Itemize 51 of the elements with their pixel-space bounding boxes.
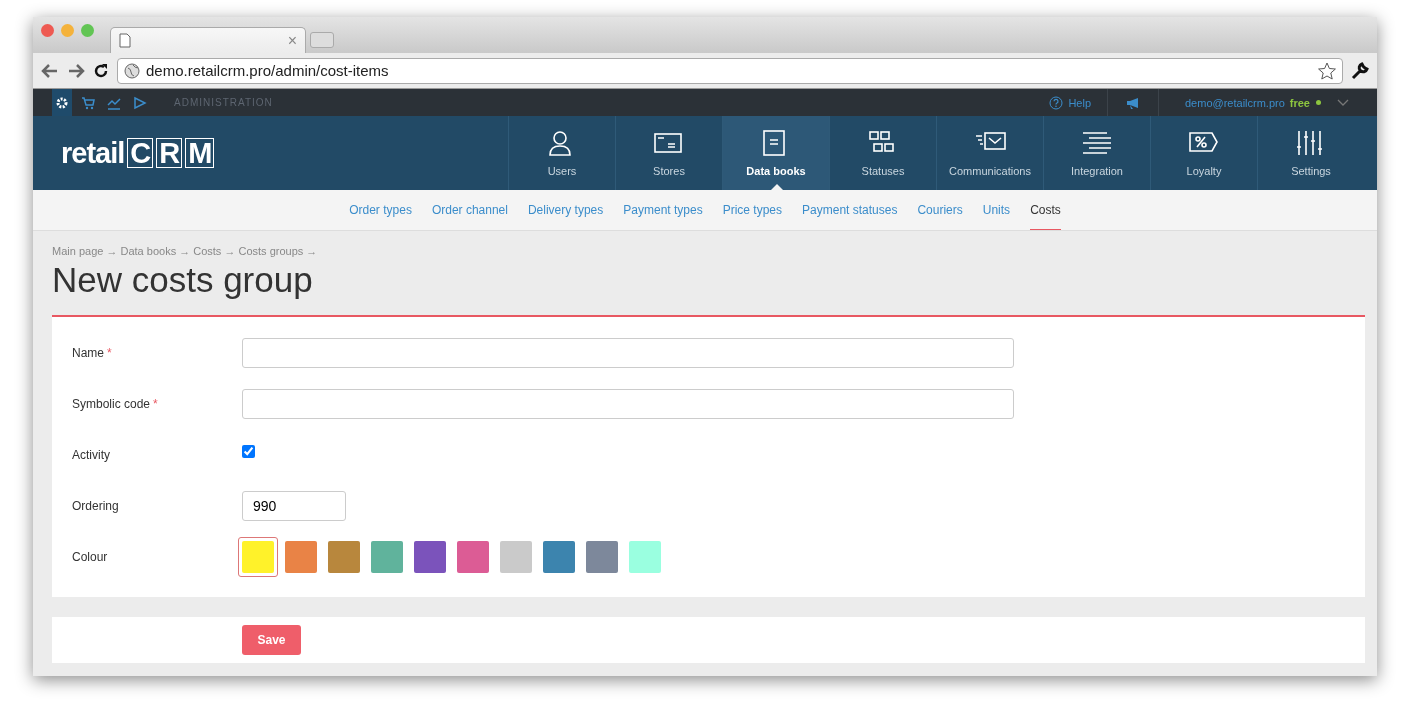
- sub-nav-link[interactable]: Payment types: [623, 190, 703, 230]
- sub-nav-link[interactable]: Payment statuses: [802, 190, 898, 230]
- window-control-button[interactable]: [41, 24, 54, 37]
- sub-nav-link[interactable]: Price types: [722, 190, 783, 230]
- section-label: ADMINISTRATION: [174, 97, 273, 108]
- gear-icon: [55, 95, 69, 110]
- cart-icon: [81, 95, 95, 110]
- sub-nav-link[interactable]: Couriers: [917, 190, 963, 230]
- input-field[interactable]: [242, 338, 1014, 368]
- toolbar-button[interactable]: [52, 89, 72, 116]
- play-icon: [133, 95, 147, 110]
- input-field[interactable]: [242, 389, 1014, 419]
- required-mark: *: [153, 397, 158, 411]
- globe-icon: [124, 62, 140, 79]
- field-label: Name: [72, 346, 104, 360]
- field-label: Symbolic code: [72, 397, 151, 411]
- chevron-down-icon[interactable]: [1337, 98, 1349, 107]
- sub-nav-link[interactable]: Delivery types: [527, 190, 604, 230]
- field-label: Activity: [72, 448, 110, 462]
- wrench-icon[interactable]: [1351, 61, 1369, 80]
- breadcrumbs: Main page → Data books → Costs → Costs groups →: [52, 245, 319, 257]
- input-field[interactable]: 990: [242, 491, 346, 521]
- reload-icon[interactable]: [93, 62, 109, 79]
- plan-label: free: [1289, 96, 1310, 109]
- url-text: demo.retailcrm.pro/admin/cost-items: [146, 62, 390, 79]
- page-title: New costs group: [52, 260, 314, 300]
- address-bar[interactable]: demo.retailcrm.pro/admin/cost-items: [117, 57, 1343, 84]
- checkbox[interactable]: [242, 444, 255, 458]
- back-icon[interactable]: [41, 62, 59, 79]
- chart-icon: [107, 95, 121, 110]
- star-icon[interactable]: [1318, 61, 1336, 80]
- status-dot-icon: [1316, 100, 1321, 105]
- field-label: Ordering: [72, 499, 119, 513]
- logo: retail C R M: [61, 136, 215, 170]
- sub-nav-link[interactable]: Units: [982, 190, 1011, 230]
- sub-nav-link[interactable]: Order types: [349, 190, 412, 230]
- required-mark: *: [107, 346, 112, 360]
- user-email[interactable]: demo@retailcrm.pro: [1185, 96, 1285, 109]
- help-icon: [1049, 95, 1064, 110]
- nav-tab[interactable]: Data books: [722, 116, 829, 190]
- forward-icon[interactable]: [67, 62, 85, 79]
- help-link[interactable]: Help: [1068, 96, 1091, 109]
- sub-nav-link[interactable]: Costs: [1030, 190, 1061, 230]
- sub-nav-link[interactable]: Order channel: [431, 190, 508, 230]
- browser-tab[interactable]: ×: [110, 27, 306, 53]
- page-icon: [119, 33, 131, 48]
- save-button[interactable]: Save: [242, 625, 301, 655]
- megaphone-icon[interactable]: [1126, 96, 1140, 109]
- field-label: Colour: [72, 550, 108, 564]
- tab-close-button[interactable]: ×: [287, 31, 297, 50]
- lines-icon: [1081, 129, 1113, 157]
